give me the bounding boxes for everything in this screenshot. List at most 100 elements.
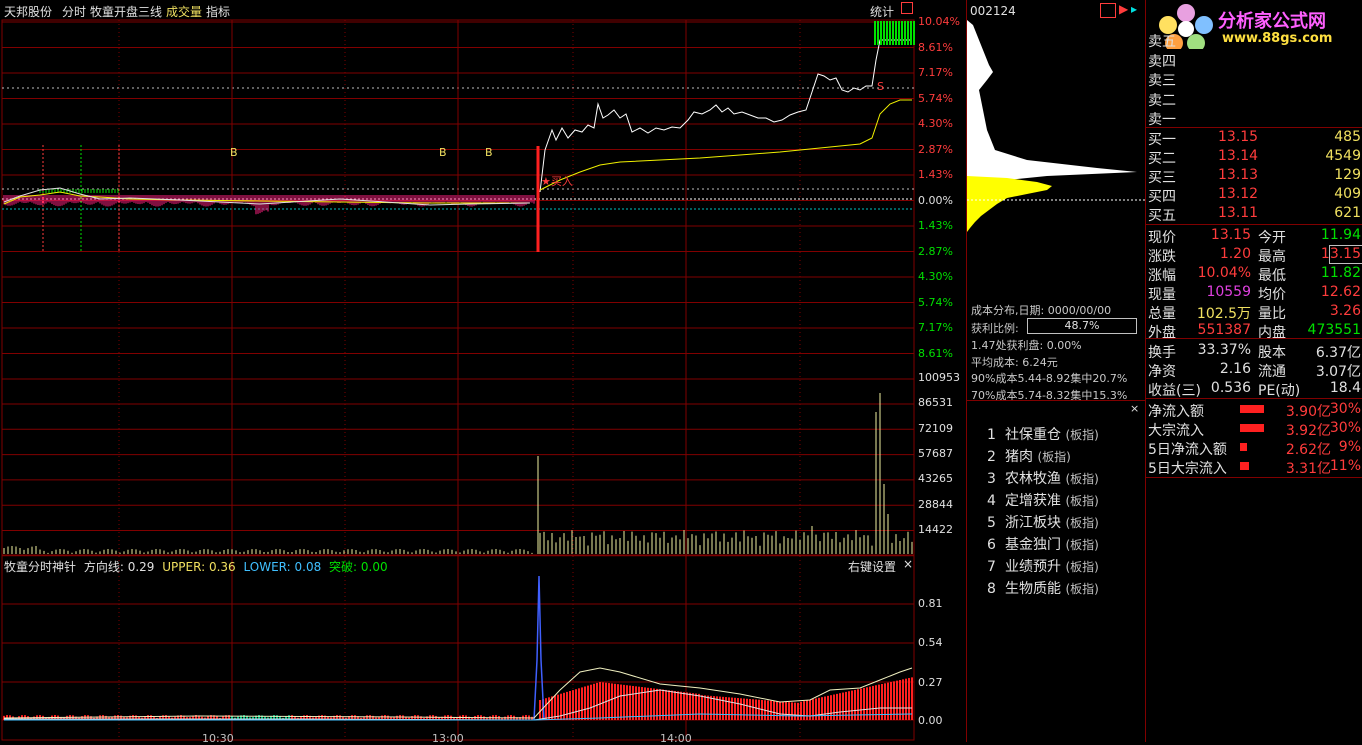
quote-value: 11.94 xyxy=(1320,227,1361,243)
quote-value: 473551 xyxy=(1307,322,1361,338)
sub-indicator-name[interactable]: 牧童分时神针 xyxy=(4,560,76,574)
quote-value: 12.62 xyxy=(1320,284,1361,300)
quote-value: 10559 xyxy=(1206,284,1251,300)
limit-bar xyxy=(907,21,909,45)
flow-value: 2.62亿 xyxy=(1285,442,1331,458)
quote-label: 涨跌 xyxy=(1148,249,1176,265)
block-item[interactable]: 7 业绩预升 (板指) xyxy=(987,556,1099,576)
index-label[interactable]: 指标 xyxy=(206,3,230,20)
block-tag: (板指) xyxy=(1037,450,1071,464)
finance-value: 18.4 xyxy=(1329,380,1361,396)
direction-label: 方向线: xyxy=(83,560,124,574)
block-item[interactable]: 1 社保重仓 (板指) xyxy=(987,424,1099,444)
time-label: 13:00 xyxy=(432,732,464,745)
block-number: 3 xyxy=(987,471,996,487)
avg-line xyxy=(539,99,912,191)
block-name: 业绩预升 xyxy=(1005,559,1066,575)
buy-price: 13.14 xyxy=(1218,148,1259,164)
settings-button[interactable]: 右键设置 xyxy=(848,558,896,575)
quote-label: 均价 xyxy=(1258,287,1286,303)
divider xyxy=(1146,338,1362,339)
stats-button[interactable]: 统计 xyxy=(870,3,894,20)
block-tag: (板指) xyxy=(1065,582,1099,596)
block-name: 猪肉 xyxy=(1005,449,1038,465)
flow-bar xyxy=(1240,443,1247,451)
sell-row: 卖三 xyxy=(1146,69,1362,89)
quote-value: 11.82 xyxy=(1320,265,1361,281)
restore-icon[interactable] xyxy=(901,2,913,14)
block-name: 基金独门 xyxy=(1005,537,1066,553)
buy-row: 买三 13.13 129 xyxy=(1146,166,1362,186)
limit-bar xyxy=(883,21,885,45)
finance-row: 换手 33.37% 股本 6.37亿 xyxy=(1146,341,1362,361)
buy-row: 买二 13.14 4549 xyxy=(1146,147,1362,167)
osc-axis: 0.81 0.54 0.27 0.00 xyxy=(916,0,966,742)
price-line xyxy=(539,39,912,193)
finance-row: 净资 2.16 流通 3.07亿 xyxy=(1146,360,1362,380)
quote-value: 3.26 xyxy=(1329,303,1361,319)
limit-bar xyxy=(901,21,903,45)
quote-value: 13.15 xyxy=(1210,227,1251,243)
osc-tick: 0.00 xyxy=(918,714,943,727)
sell-label: 卖五 xyxy=(1148,34,1176,50)
cost-distribution xyxy=(967,20,1145,232)
chart-canvas[interactable] xyxy=(0,0,966,742)
mode-label[interactable]: 分时 xyxy=(62,3,86,20)
quote-label: 量比 xyxy=(1258,306,1286,322)
marker-s: S xyxy=(877,80,884,93)
flow-label: 净流入额 xyxy=(1148,404,1204,420)
limit-bar xyxy=(895,21,897,45)
quote-row: 总量 102.5万 量比 3.26 xyxy=(1146,302,1362,322)
flow-label: 大宗流入 xyxy=(1148,423,1204,439)
divider xyxy=(1146,398,1362,399)
sub-indicator-header: 牧童分时神针 方向线: 0.29 UPPER: 0.36 LOWER: 0.08… xyxy=(4,558,388,575)
quote-row: 现价 13.15 今开 11.94 xyxy=(1146,226,1362,246)
block-item[interactable]: 2 猪肉 (板指) xyxy=(987,446,1071,466)
flow-bar xyxy=(1240,424,1264,432)
buy-volume: 409 xyxy=(1334,186,1361,202)
quote-label: 现量 xyxy=(1148,287,1176,303)
avg-line xyxy=(3,191,530,205)
finance-value: 3.07亿 xyxy=(1315,364,1361,380)
finance-row: 收益(三) 0.536 PE(动) 18.4 xyxy=(1146,379,1362,399)
volume-label[interactable]: 成交量 xyxy=(166,3,202,20)
flow-value: 3.90亿 xyxy=(1285,404,1331,420)
quote-label: 现价 xyxy=(1148,230,1176,246)
intraday-chart[interactable]: 天邦股份 分时 牧童开盘三线 成交量 指标 统计 10.04% 8.61% 7.17… xyxy=(0,0,966,745)
block-name: 定增获准 xyxy=(1005,493,1066,509)
finance-label: PE(动) xyxy=(1258,383,1301,399)
finance-label: 换手 xyxy=(1148,345,1176,361)
quote-label: 总量 xyxy=(1148,306,1176,322)
flow-percent: 11% xyxy=(1329,458,1361,474)
stock-name[interactable]: 天邦股份 xyxy=(4,3,52,20)
profit-row: 获利比例: xyxy=(971,320,1019,336)
flow-row: 净流入额 3.90亿 30% xyxy=(1146,400,1362,420)
block-tag: (板指) xyxy=(1065,428,1099,442)
block-number: 2 xyxy=(987,449,996,465)
indicator-title[interactable]: 牧童开盘三线 xyxy=(90,3,162,20)
block-item[interactable]: 3 农林牧渔 (板指) xyxy=(987,468,1099,488)
block-item[interactable]: 6 基金独门 (板指) xyxy=(987,534,1099,554)
quote-panel: 分析家公式网 www.88gs.com 卖五 卖四 卖三 卖二 卖一 买一 13.15 48… xyxy=(1145,0,1362,742)
block-item[interactable]: 4 定增获准 (板指) xyxy=(987,490,1099,510)
divider xyxy=(967,400,1145,401)
finance-value: 0.536 xyxy=(1210,380,1251,396)
flow-bar xyxy=(1240,462,1249,470)
sell-row: 卖二 xyxy=(1146,89,1362,109)
quote-value: 10.04% xyxy=(1197,265,1251,281)
direction-value: 0.29 xyxy=(127,560,155,574)
buy-marker-label: 买入 xyxy=(550,175,573,188)
close-icon[interactable]: × xyxy=(903,557,913,571)
close-icon[interactable]: × xyxy=(1130,402,1139,415)
block-tag: (板指) xyxy=(1065,516,1099,530)
quote-value: 551387 xyxy=(1197,322,1251,338)
quote-row: 现量 10559 均价 12.62 xyxy=(1146,283,1362,303)
quote-label: 涨幅 xyxy=(1148,268,1176,284)
flow-row: 大宗流入 3.92亿 30% xyxy=(1146,419,1362,439)
block-item[interactable]: 8 生物质能 (板指) xyxy=(987,578,1099,598)
block-item[interactable]: 5 浙江板块 (板指) xyxy=(987,512,1099,532)
lower-value: 0.08 xyxy=(294,560,322,574)
break-label: 突破: xyxy=(329,560,358,574)
quote-label: 内盘 xyxy=(1258,325,1286,341)
block-tag: (板指) xyxy=(1065,494,1099,508)
